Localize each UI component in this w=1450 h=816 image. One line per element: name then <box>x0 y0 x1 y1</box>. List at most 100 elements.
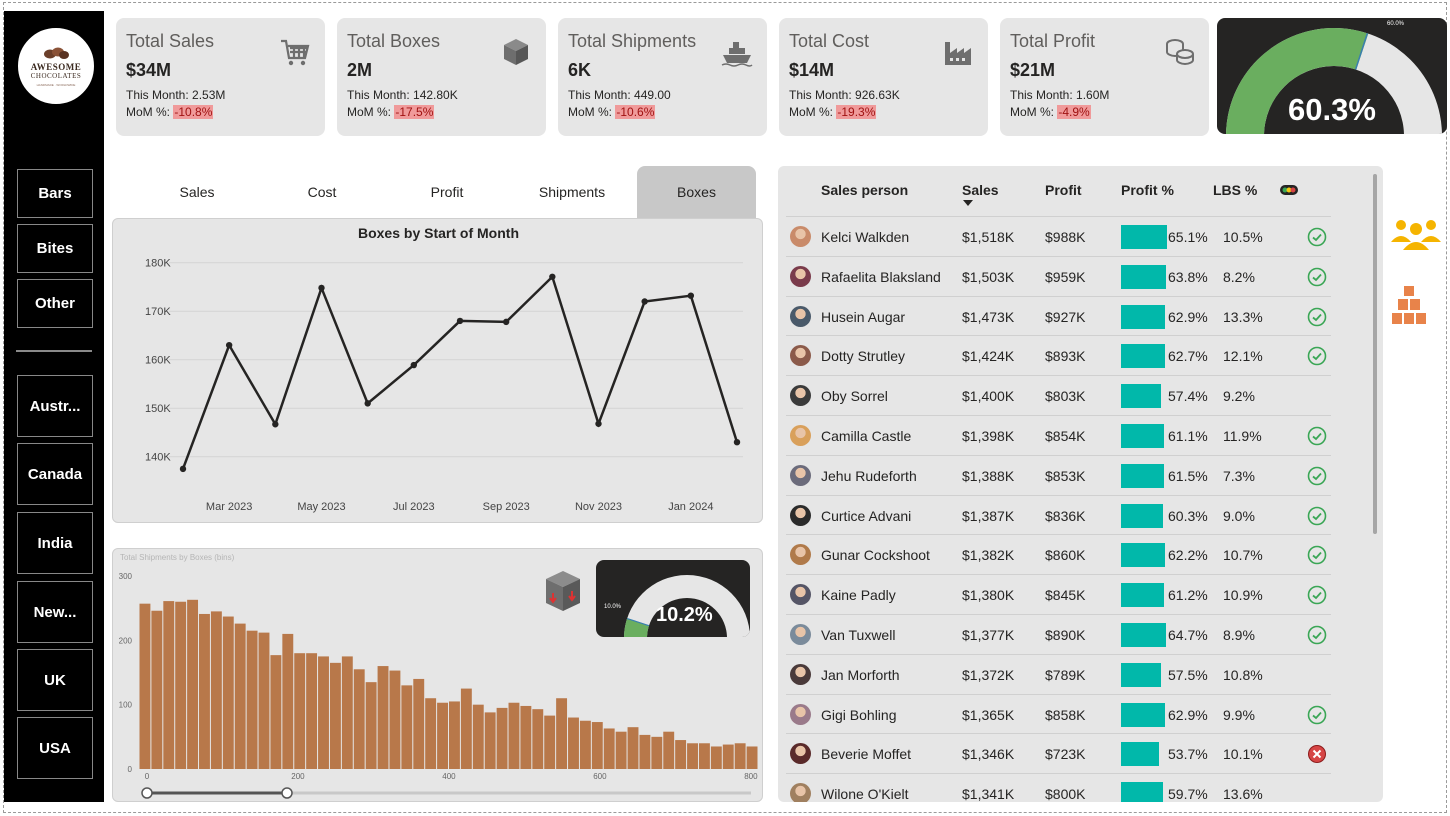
table-row[interactable]: Kelci Walkden $1,518K $988K 65.1% 10.5% <box>786 216 1331 256</box>
histogram-bar[interactable] <box>306 653 318 769</box>
histogram-bar[interactable] <box>603 728 615 769</box>
table-row[interactable]: Beverie Moffet $1,346K $723K 53.7% 10.1% <box>786 733 1331 773</box>
table-row[interactable]: Husein Augar $1,473K $927K 62.9% 13.3% <box>786 295 1331 336</box>
column-header-sales-person[interactable]: Sales person <box>821 182 908 198</box>
histogram-bar[interactable] <box>258 632 270 769</box>
range-slider-handle-min[interactable] <box>141 787 153 799</box>
histogram-bar[interactable] <box>151 610 163 769</box>
histogram-bar[interactable] <box>544 715 556 769</box>
column-header-lbs-pct[interactable]: LBS % <box>1213 182 1257 198</box>
data-point[interactable] <box>733 438 741 446</box>
histogram-bar[interactable] <box>353 669 365 769</box>
histogram-bar[interactable] <box>187 599 199 769</box>
histogram-bar[interactable] <box>710 746 722 769</box>
histogram-bar[interactable] <box>698 743 710 769</box>
histogram-bar[interactable] <box>282 633 294 769</box>
filter-button-other[interactable]: Other <box>17 279 93 328</box>
histogram-bar[interactable] <box>556 698 568 769</box>
histogram-bar[interactable] <box>365 682 377 769</box>
histogram-bar[interactable] <box>139 603 151 769</box>
table-row[interactable]: Rafaelita Blaksland $1,503K $959K 63.8% 8.2% <box>786 255 1331 296</box>
histogram-bar[interactable] <box>270 655 282 769</box>
data-point[interactable] <box>364 400 371 407</box>
data-point[interactable] <box>687 292 695 299</box>
histogram-bar[interactable] <box>568 717 579 769</box>
histogram-bar[interactable] <box>341 656 353 769</box>
histogram-bar[interactable] <box>294 653 306 769</box>
data-point[interactable] <box>179 465 187 473</box>
histogram-bar[interactable] <box>175 601 187 769</box>
histogram-bar[interactable] <box>734 743 746 769</box>
histogram-bar[interactable] <box>222 616 234 769</box>
table-row[interactable]: Wilone O'Kielt $1,341K $800K 59.7% 13.6% <box>786 773 1331 802</box>
table-row[interactable]: Camilla Castle $1,398K $854K 61.1% 11.9% <box>786 415 1331 455</box>
histogram-bar[interactable] <box>210 611 222 769</box>
histogram-bar[interactable] <box>591 722 603 769</box>
table-scrollbar[interactable] <box>1373 174 1377 534</box>
data-point[interactable] <box>549 273 556 280</box>
histogram-bar[interactable] <box>520 705 532 769</box>
histogram-bar[interactable] <box>722 744 734 769</box>
histogram-bar[interactable] <box>532 709 544 769</box>
data-point[interactable] <box>456 317 464 325</box>
histogram-bar[interactable] <box>163 601 175 769</box>
tab-sales[interactable]: Sales <box>137 166 257 218</box>
table-row[interactable]: Gigi Bohling $1,365K $858K 62.9% 9.9% <box>786 693 1331 734</box>
histogram-bar[interactable] <box>329 662 341 769</box>
column-header-profit-pct[interactable]: Profit % <box>1121 182 1174 198</box>
table-row[interactable]: Gunar Cockshoot $1,382K $860K 62.2% 10.7% <box>786 534 1331 574</box>
histogram-bar[interactable] <box>651 736 663 769</box>
table-row[interactable]: Kaine Padly $1,380K $845K 61.2% 10.9% <box>786 574 1331 614</box>
column-header-sales[interactable]: Sales <box>962 182 999 198</box>
filter-button-usa[interactable]: USA <box>17 717 93 779</box>
histogram-bar[interactable] <box>437 702 448 769</box>
table-row[interactable]: Van Tuxwell $1,377K $890K 64.7% 8.9% <box>786 614 1331 654</box>
histogram-bar[interactable] <box>401 685 413 769</box>
histogram-bar[interactable] <box>627 727 639 769</box>
histogram-bar[interactable] <box>449 701 460 769</box>
histogram-bar[interactable] <box>234 623 246 769</box>
histogram-bar[interactable] <box>496 707 508 769</box>
table-row[interactable]: Dotty Strutley $1,424K $893K 62.7% 12.1% <box>786 335 1331 375</box>
histogram-bar[interactable] <box>675 740 687 769</box>
tab-shipments[interactable]: Shipments <box>512 166 632 218</box>
filter-button-new-zealand[interactable]: New... <box>17 581 93 643</box>
table-row[interactable]: Oby Sorrel $1,400K $803K 57.4% 9.2% <box>786 375 1331 415</box>
table-row[interactable]: Jehu Rudeforth $1,388K $853K 61.5% 7.3% <box>786 454 1331 495</box>
tab-profit[interactable]: Profit <box>387 166 507 218</box>
data-point[interactable] <box>318 284 325 292</box>
data-point[interactable] <box>595 420 602 427</box>
histogram-bar[interactable] <box>413 678 425 769</box>
filter-button-india[interactable]: India <box>17 512 93 574</box>
histogram-bar[interactable] <box>687 743 698 769</box>
tab-boxes[interactable]: Boxes <box>637 166 756 218</box>
histogram-bar[interactable] <box>377 666 389 769</box>
histogram-bar[interactable] <box>508 702 520 769</box>
data-point[interactable] <box>641 298 648 305</box>
table-row[interactable]: Curtice Advani $1,387K $836K 60.3% 9.0% <box>786 494 1331 535</box>
histogram-bar[interactable] <box>460 688 472 769</box>
filter-button-canada[interactable]: Canada <box>17 443 93 505</box>
data-point[interactable] <box>410 361 418 369</box>
histogram-bar[interactable] <box>746 746 758 769</box>
histogram-bar[interactable] <box>663 731 675 769</box>
tab-cost[interactable]: Cost <box>262 166 382 218</box>
range-slider-handle-max[interactable] <box>281 787 293 799</box>
histogram-bar[interactable] <box>484 712 496 769</box>
histogram-bar[interactable] <box>425 698 437 769</box>
filter-button-bites[interactable]: Bites <box>17 224 93 273</box>
data-point[interactable] <box>225 341 233 349</box>
filter-button-bars[interactable]: Bars <box>17 169 93 218</box>
histogram-bar[interactable] <box>639 734 651 769</box>
histogram-bar[interactable] <box>615 731 627 769</box>
filter-button-uk[interactable]: UK <box>17 649 93 711</box>
histogram-bar[interactable] <box>579 720 591 769</box>
histogram-bar[interactable] <box>199 613 210 769</box>
data-point[interactable] <box>502 318 510 326</box>
column-header-profit[interactable]: Profit <box>1045 182 1082 198</box>
histogram-bar[interactable] <box>472 704 484 769</box>
histogram-bar[interactable] <box>246 630 258 769</box>
histogram-bar[interactable] <box>389 670 401 769</box>
filter-button-australia[interactable]: Austr... <box>17 375 93 437</box>
boxes-stack-icon[interactable] <box>1389 285 1429 325</box>
